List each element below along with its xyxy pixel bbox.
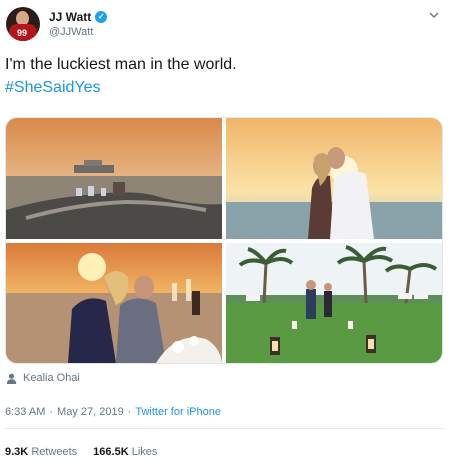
tagged-person[interactable]: Kealia Ohai [6, 372, 80, 384]
tweet-stats: 9.3K Retweets 166.5K Likes [5, 446, 157, 458]
author-handle[interactable]: @JJWatt [49, 26, 93, 38]
likes-count: 166.5K [93, 446, 129, 458]
author-name-row: JJ Watt ✓ [49, 10, 108, 24]
tagged-person-name: Kealia Ohai [23, 372, 80, 384]
avatar[interactable]: 99 [6, 7, 40, 41]
retweets-label: Retweets [31, 446, 78, 458]
tweet-timestamp-row: 6:33 AM · May 27, 2019 · Twitter for iPh… [5, 406, 221, 418]
photo-couple-kiss[interactable] [226, 118, 442, 239]
avatar-jersey-number: 99 [17, 28, 28, 38]
tweet-time[interactable]: 6:33 AM [5, 406, 45, 418]
retweets-stat[interactable]: 9.3K Retweets [5, 446, 77, 458]
chevron-down-icon[interactable] [428, 10, 440, 20]
person-icon [6, 373, 17, 384]
tweet-date[interactable]: May 27, 2019 [57, 406, 124, 418]
likes-label: Likes [131, 446, 158, 458]
hashtag-link[interactable]: #SheSaidYes [5, 79, 101, 97]
tweet-text: I'm the luckiest man in the world. [5, 56, 237, 73]
retweets-count: 9.3K [5, 446, 29, 458]
author-display-name[interactable]: JJ Watt [49, 10, 91, 24]
divider [5, 428, 445, 429]
media-grid [5, 117, 443, 364]
photo-couple-champagne[interactable] [6, 243, 222, 363]
meta-separator: · [127, 406, 132, 418]
tweet-source-link[interactable]: Twitter for iPhone [135, 406, 221, 418]
verified-badge-icon: ✓ [95, 11, 108, 23]
meta-separator: · [49, 406, 54, 418]
photo-sunset-pier[interactable] [6, 118, 222, 239]
photo-lawn-lanterns[interactable] [226, 243, 442, 363]
likes-stat[interactable]: 166.5K Likes [93, 446, 157, 458]
